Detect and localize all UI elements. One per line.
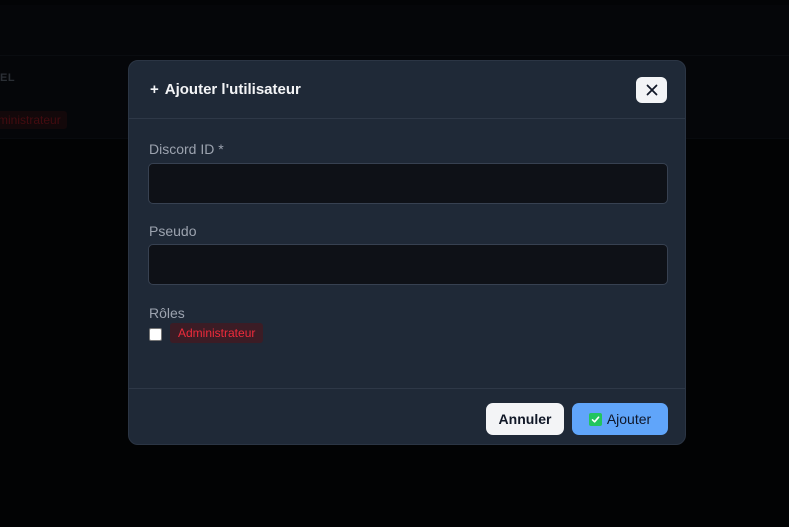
- administrateur-role-badge: Administrateur: [170, 323, 264, 343]
- role-option-administrateur[interactable]: Administrateur: [148, 323, 264, 343]
- pseudo-label: Pseudo: [149, 223, 197, 239]
- roles-label: Rôles: [149, 305, 185, 321]
- modal-footer: Annuler Ajouter: [129, 388, 685, 444]
- pseudo-input[interactable]: [148, 244, 668, 285]
- add-button-label: Ajouter: [606, 411, 652, 427]
- discord-id-input[interactable]: [148, 163, 668, 204]
- modal-title-text: Ajouter l'utilisateur: [164, 81, 301, 98]
- cancel-button[interactable]: Annuler: [486, 403, 564, 435]
- check-box-icon: [588, 412, 602, 426]
- add-button[interactable]: Ajouter: [572, 403, 668, 435]
- plus-icon: +: [150, 81, 159, 98]
- modal-title: + Ajouter l'utilisateur: [150, 81, 301, 98]
- modal-header: + Ajouter l'utilisateur: [129, 61, 685, 119]
- administrateur-checkbox[interactable]: [149, 328, 162, 341]
- close-icon: [646, 84, 657, 96]
- close-button[interactable]: [636, 77, 667, 103]
- add-user-modal: + Ajouter l'utilisateur Discord ID * Pse…: [128, 60, 686, 445]
- discord-id-label: Discord ID *: [149, 141, 224, 157]
